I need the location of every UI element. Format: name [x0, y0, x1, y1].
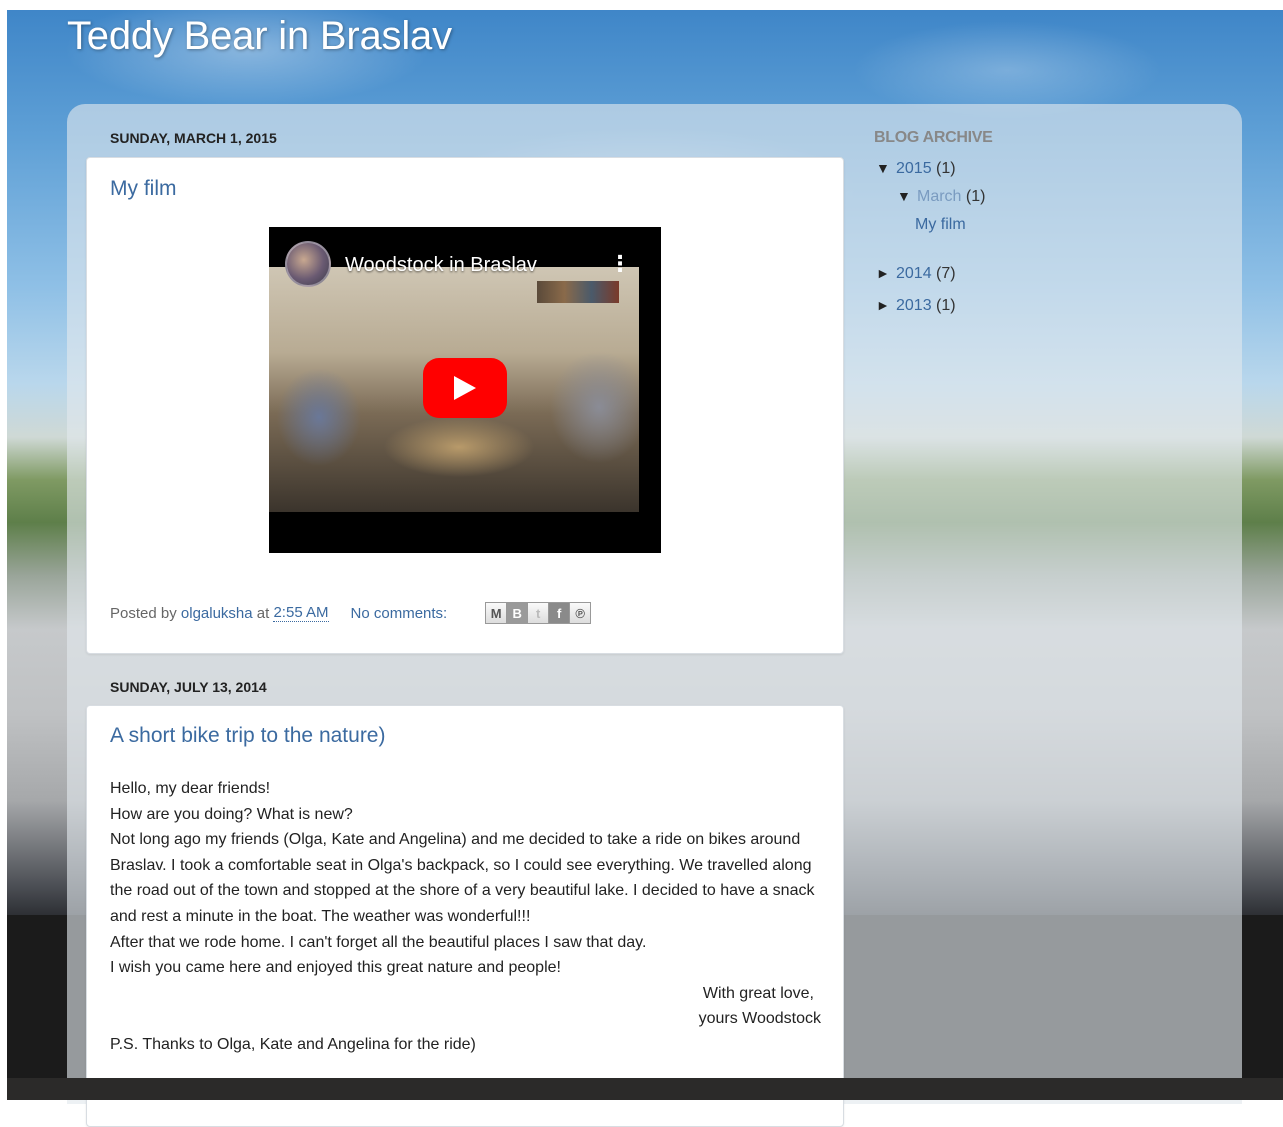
sidebar-title: BLOG ARCHIVE: [874, 129, 993, 146]
archive-year-link[interactable]: 2015: [896, 160, 932, 177]
collapse-toggle-icon[interactable]: ▼: [876, 160, 896, 176]
email-share-icon[interactable]: M: [485, 602, 508, 624]
posted-by-label: Posted by: [110, 604, 177, 622]
timestamp-link[interactable]: 2:55 AM: [273, 604, 329, 622]
post-count: (1): [965, 188, 986, 205]
post-count: (1): [936, 160, 956, 177]
archive-month-link[interactable]: March: [917, 188, 961, 205]
post-body: Hello, my dear friends! How are you doin…: [110, 776, 821, 1058]
post-title[interactable]: My film: [110, 177, 177, 201]
archive-year-2013[interactable]: ► 2013 (1): [876, 297, 956, 315]
body-paragraph: Not long ago my friends (Olga, Kate and …: [110, 831, 815, 925]
post-count: (7): [936, 265, 956, 282]
expand-toggle-icon[interactable]: ►: [876, 265, 896, 281]
postscript: P.S. Thanks to Olga, Kate and Angelina f…: [110, 1035, 476, 1053]
facebook-share-icon[interactable]: f: [548, 602, 571, 624]
channel-avatar[interactable]: [285, 241, 331, 287]
archive-year-link[interactable]: 2013: [896, 297, 932, 314]
post-title[interactable]: A short bike trip to the nature): [110, 724, 385, 748]
body-paragraph: How are you doing? What is new?: [110, 805, 353, 823]
author-link[interactable]: olgaluksha: [181, 605, 253, 622]
post-bike-trip: A short bike trip to the nature) Hello, …: [86, 705, 844, 1127]
archive-post-my-film[interactable]: My film: [915, 216, 966, 234]
post-my-film: My film Woodstock in Braslav ⋮ Posted by…: [86, 157, 844, 654]
play-button[interactable]: [423, 358, 507, 418]
archive-month-march[interactable]: ▼ March (1): [897, 188, 985, 206]
video-embed[interactable]: Woodstock in Braslav ⋮: [269, 227, 661, 553]
blog-title[interactable]: Teddy Bear in Braslav: [67, 14, 452, 59]
twitter-share-icon[interactable]: t: [527, 602, 550, 624]
post-footer: Posted by olgaluksha at 2:55 AM No comme…: [110, 602, 592, 624]
share-buttons: M B t f ℗: [485, 602, 592, 624]
body-paragraph: Hello, my dear friends!: [110, 780, 271, 797]
signature-line: With great love,: [702, 984, 814, 1002]
video-menu-icon[interactable]: ⋮: [609, 251, 631, 277]
post-date-header: SUNDAY, MARCH 1, 2015: [110, 130, 277, 146]
comments-link[interactable]: No comments:: [351, 605, 448, 622]
expand-toggle-icon[interactable]: ►: [876, 297, 896, 313]
bottom-bar-overlay: [7, 1078, 1283, 1100]
archive-year-2015[interactable]: ▼ 2015 (1): [876, 160, 956, 178]
archive-year-2014[interactable]: ► 2014 (7): [876, 265, 956, 283]
collapse-toggle-icon[interactable]: ▼: [897, 188, 917, 204]
pinterest-share-icon[interactable]: ℗: [569, 602, 592, 624]
thumbnail-shelf: [537, 281, 619, 303]
post-count: (1): [936, 297, 956, 314]
body-paragraph: After that we rode home. I can't forget …: [110, 933, 647, 951]
blogger-share-icon[interactable]: B: [506, 602, 529, 624]
video-title[interactable]: Woodstock in Braslav: [345, 254, 537, 277]
archive-post-link[interactable]: My film: [915, 216, 966, 233]
signature-line: yours Woodstock: [698, 1010, 821, 1028]
post-date-header: SUNDAY, JULY 13, 2014: [110, 679, 267, 695]
archive-year-link[interactable]: 2014: [896, 265, 932, 282]
play-icon: [454, 376, 476, 400]
body-paragraph: I wish you came here and enjoyed this gr…: [110, 959, 561, 977]
at-label: at: [256, 604, 270, 622]
